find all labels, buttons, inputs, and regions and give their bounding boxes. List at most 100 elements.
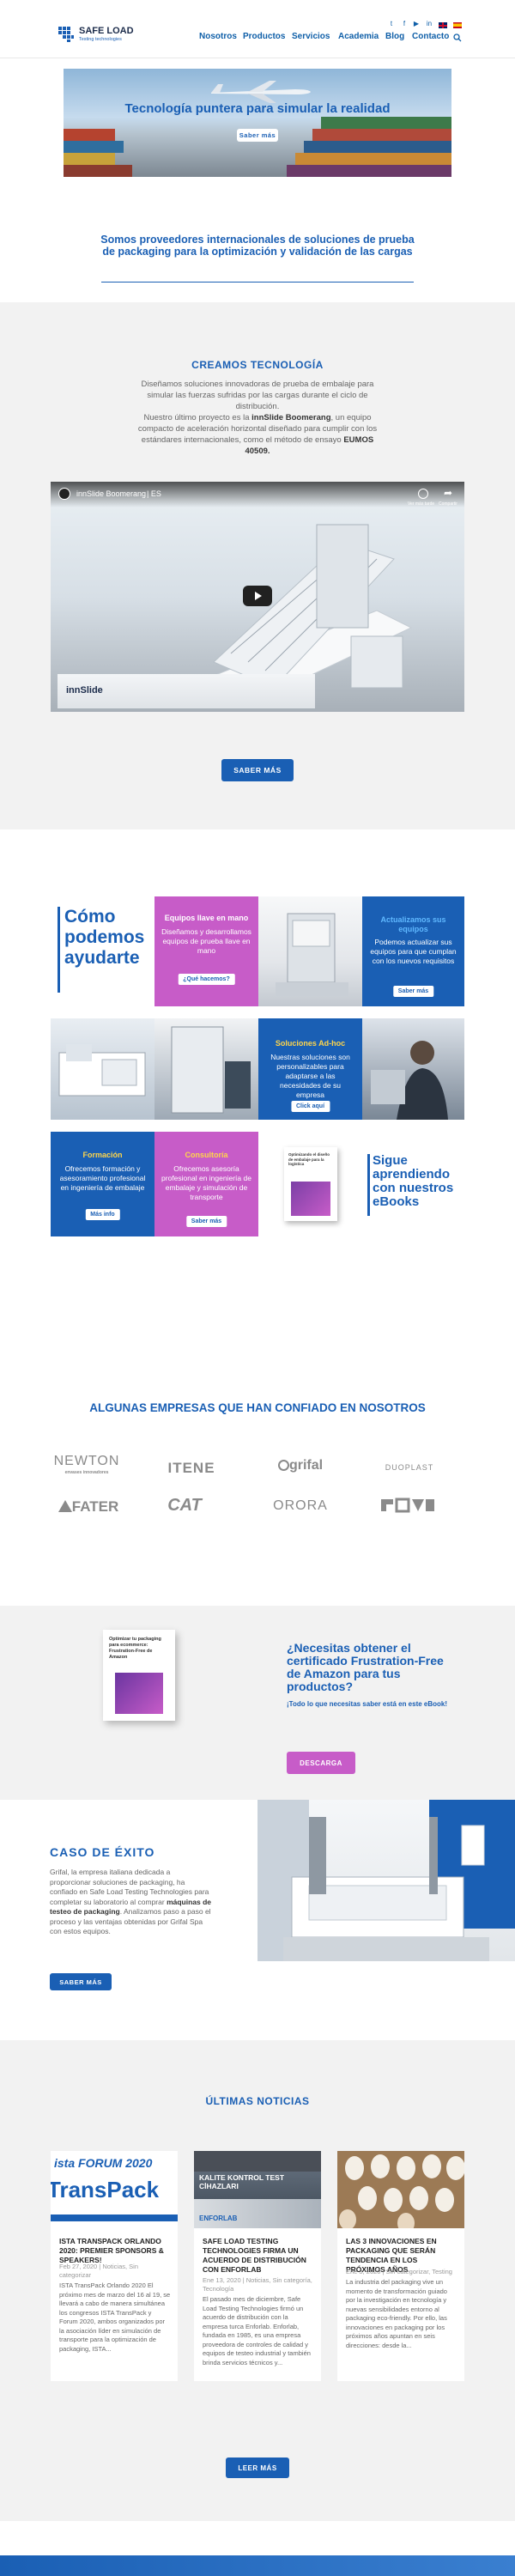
amazon-heading: ¿Necesitas obtener el certificado Frustr… — [287, 1641, 444, 1693]
fater-icon — [58, 1500, 72, 1512]
technology-paragraph-1: Diseñamos soluciones innovadoras de prue… — [141, 380, 374, 411]
help-title-tile: Cómo podemos ayudarte — [51, 896, 154, 1006]
logo[interactable]: SAFE LOAD Testing technologies — [57, 24, 151, 45]
nav-servicios[interactable]: Servicios — [292, 32, 330, 41]
nav-contacto[interactable]: Contacto — [412, 32, 449, 41]
tile-equipos-text: Diseñamos y desarrollamos equipos de pru… — [161, 927, 251, 955]
video-brand: innSlide — [66, 685, 103, 696]
technology-paragraph-2: Nuestro último proyecto es la innSlide B… — [130, 412, 385, 457]
news-meta-enforlab: Ene 13, 2020 | Noticias, Sin categoría, … — [203, 2276, 312, 2293]
amazon-descarga-button[interactable]: DESCARGA — [287, 1752, 355, 1774]
tile-consultoria-button[interactable]: Saber más — [185, 1216, 227, 1227]
tile-consultoria-title: Consultoría — [185, 1151, 228, 1159]
tile-equipos: Equipos llave en mano Diseñamos y desarr… — [154, 896, 258, 1006]
tile-photo-machine-1 — [258, 896, 362, 1006]
intro-divider — [101, 282, 414, 283]
nav-academia[interactable]: Academia — [338, 32, 379, 41]
site-header: SAFE LOAD Testing technologies t f ▶ in … — [0, 0, 515, 58]
nav-productos[interactable]: Productos — [243, 32, 285, 41]
tile-equipos-title: Equipos llave en mano — [164, 914, 249, 922]
lab-image-2 — [171, 1026, 251, 1114]
tile-photo-technician — [362, 1018, 464, 1120]
channel-avatar — [58, 488, 70, 500]
tile-ebook-cover[interactable]: Optimizando el diseño de embalaje para l… — [258, 1132, 362, 1236]
case-text: Grifal, la empresa italiana dedicada a p… — [50, 1868, 213, 1937]
p2-product-name: innSlide Boomerang — [251, 413, 331, 422]
tile-ebooks-title: Sigue aprendiendo con nuestros eBooks — [362, 1132, 464, 1236]
tile-formacion-button[interactable]: Más info — [85, 1209, 120, 1220]
logo-fater-text: FATER — [71, 1498, 119, 1515]
search-icon[interactable] — [453, 31, 462, 46]
tile-consultoria-text: Ofrecemos asesoría profesional en ingeni… — [161, 1164, 251, 1201]
flag-uk-icon[interactable] — [439, 22, 447, 28]
news-image-enforlab: KALITE KONTROL TEST CİHAZLARI ENFORLAB — [194, 2151, 321, 2228]
technology-heading: CREAMOS TECNOLOGÍA — [191, 359, 324, 371]
lab-image-1 — [58, 1044, 146, 1097]
news-card-innovaciones[interactable]: LAS 3 INNOVACIONES EN PACKAGING QUE SERÁ… — [337, 2151, 464, 2381]
news-card-ista[interactable]: ista FORUM 2020 TransPack ISTA TRANSPACK… — [51, 2151, 178, 2381]
hero-banner: Tecnología puntera para simular la reali… — [64, 69, 451, 177]
video-player[interactable]: innSlide Boomerang | ES Ver más tarde ➦ … — [51, 482, 464, 712]
tile-formacion: Formación Ofrecemos formación y asesoram… — [51, 1132, 154, 1236]
tile-formacion-text: Ofrecemos formación y asesoramiento prof… — [59, 1164, 146, 1192]
nav-nosotros[interactable]: Nosotros — [199, 32, 237, 41]
news-excerpt-enforlab: El pasado mes de diciembre, Safe Load Te… — [203, 2295, 311, 2366]
news-card-enforlab[interactable]: KALITE KONTROL TEST CİHAZLARI ENFORLAB S… — [194, 2151, 321, 2381]
logo-newton-text: NEWTON — [53, 1454, 120, 1468]
logo-newton-sub: envases innovadores — [64, 1470, 109, 1475]
video-title: innSlide Boomerang — [76, 489, 147, 498]
tile-actualiza-button[interactable]: Saber más — [392, 986, 434, 997]
technician-image — [371, 1041, 448, 1120]
footer-strip — [0, 2555, 515, 2576]
tile-consultoria: Consultoría Ofrecemos asesoría profesion… — [154, 1132, 258, 1236]
twitter-icon[interactable]: t — [388, 21, 395, 27]
news-title-ista[interactable]: ISTA TRANSPACK ORLANDO 2020: PREMIER SPO… — [59, 2237, 171, 2265]
tile-photo-lab-1 — [51, 1018, 154, 1120]
facebook-icon[interactable]: f — [401, 21, 408, 27]
logo-icon — [58, 27, 74, 42]
share-label: Compartir — [439, 501, 457, 507]
news-excerpt-innovaciones: La industria del packaging vive un momen… — [346, 2278, 447, 2349]
news-image-ista-text: TransPack — [51, 2177, 160, 2202]
news-meta-ista: Feb 27, 2020 | Noticias, Sin categorizar — [59, 2263, 138, 2279]
clients-heading: ALGUNAS EMPRESAS QUE HAN CONFIADO EN NOS… — [89, 1401, 426, 1414]
tile-photo-lab-2 — [154, 1018, 258, 1120]
news-title-enforlab[interactable]: SAFE LOAD TESTING TECHNOLOGIES FIRMA UN … — [203, 2237, 314, 2275]
video-lang-badge: | ES — [147, 489, 161, 498]
news-meta-innovaciones: Ene 3, 2020 | Sin categorizar, Testing — [346, 2268, 452, 2275]
clock-icon[interactable] — [418, 489, 428, 499]
case-machine-image — [258, 1800, 515, 1961]
p2-text-a: Nuestro último proyecto es la — [143, 413, 252, 422]
tile-adhoc-title: Soluciones Ad-hoc — [275, 1039, 346, 1048]
video-lang: ES — [150, 489, 161, 498]
logo-duoplast: DUOPLAST — [385, 1463, 434, 1472]
flag-es-icon[interactable] — [453, 22, 462, 28]
news-image-enforlab-logo: ENFORLAB — [199, 2215, 238, 2222]
news-excerpt-ista: ISTA TransPack Orlando 2020 El próximo m… — [59, 2281, 171, 2353]
tile-equipos-button[interactable]: ¿Qué hacemos? — [178, 974, 235, 985]
share-icon[interactable]: ➦ — [444, 487, 452, 499]
case-saber-mas-button[interactable]: SABER MÁS — [50, 1973, 112, 1990]
tile-adhoc-button[interactable]: Click aquí — [290, 1101, 330, 1112]
technology-saber-mas-button[interactable]: SABER MÁS — [221, 759, 294, 781]
hero-title: Tecnología puntera para simular la reali… — [124, 101, 391, 116]
logo-sabores — [378, 1496, 438, 1515]
logo-orora: ORORA — [273, 1498, 328, 1513]
nav-blog[interactable]: Blog — [385, 32, 404, 41]
eggs-image — [337, 2151, 464, 2228]
amazon-ebook-cover[interactable]: Optimizar tu packaging para ecommerce: F… — [103, 1630, 175, 1721]
grifal-icon — [277, 1460, 289, 1471]
news-heading: ÚLTIMAS NOTICIAS — [205, 2095, 310, 2107]
sabores-icon — [381, 1498, 434, 1513]
linkedin-icon[interactable]: in — [426, 21, 433, 27]
play-button-icon[interactable] — [243, 586, 272, 606]
youtube-icon[interactable]: ▶ — [413, 21, 420, 27]
logo-itene: ITENE — [167, 1460, 215, 1476]
amazon-subheading: ¡Todo lo que necesitas saber está en est… — [287, 1700, 448, 1708]
brand-name: SAFE LOAD — [79, 26, 134, 36]
tile-actualiza-title: Actualizamos sus equipos — [380, 915, 446, 933]
amazon-cover-title: Optimizar tu packaging para ecommerce: F… — [109, 1637, 161, 1660]
hero-saber-mas-button[interactable]: Saber más — [237, 129, 278, 142]
tile-actualiza-text: Podemos actualizar sus equipos para que … — [370, 938, 457, 965]
news-leer-mas-button[interactable]: LEER MÁS — [226, 2458, 289, 2478]
